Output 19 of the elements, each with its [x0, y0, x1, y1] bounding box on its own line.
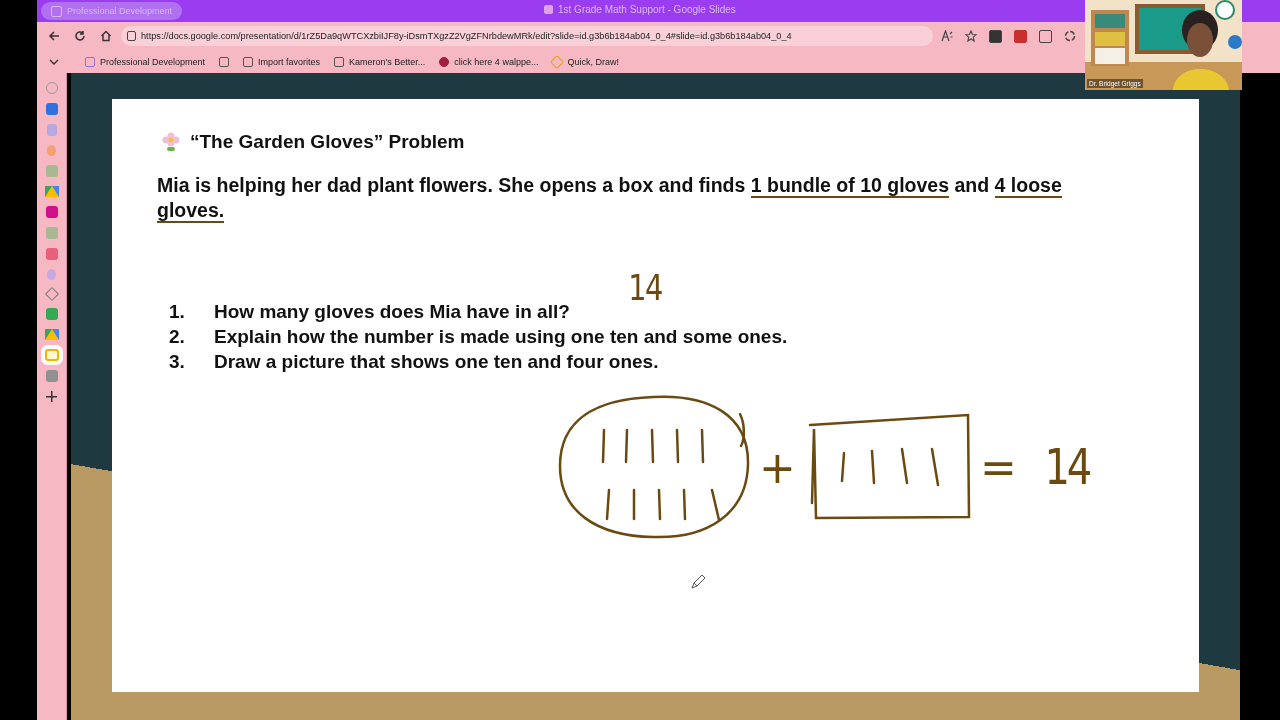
slide-title: “The Garden Gloves” Problem	[190, 131, 465, 153]
bookmark-link[interactable]: Quick, Draw!	[552, 56, 619, 67]
handwritten-answer: 14	[628, 267, 662, 308]
list-number: 2.	[169, 325, 186, 349]
list-number: 3.	[169, 350, 186, 374]
question-text: How many gloves does Mia have in all?	[214, 300, 570, 324]
handwritten-equals: =	[979, 441, 1017, 493]
list-number: 1.	[169, 300, 186, 324]
handwritten-answer: 14	[1044, 438, 1089, 496]
question-text: Explain how the number is made using one ten and some ones.	[214, 325, 788, 349]
bookmark-link[interactable]: Professional Development	[85, 56, 206, 67]
window-title: 1st Grade Math Support - Google Slides	[558, 4, 736, 15]
address-field[interactable]: https://docs.google.com/presentation/d/1rZ5Da9qWTCXzbiIJF8y-iDsmTXgzZ2VgZFNrbdewMRk/edit?slide=id.g3b6b184ab04_0_4#slide=id.g3b6b184ab04_0_4	[121, 26, 933, 46]
story-paragraph: Mia is helping her dad plant flowers. She opens a box and finds 1 bundle of 10 gloves and 4 loose gloves.	[157, 173, 1063, 223]
question-text: Draw a picture that shows one ten and four ones.	[214, 350, 659, 374]
handwritten-plus: +	[759, 441, 796, 493]
bookmark-link[interactable]: click here 4 walppe...	[439, 56, 539, 67]
bookmark-link[interactable]: Kameron's Better...	[334, 56, 426, 67]
bookmark-link[interactable]: Import favorites	[243, 56, 321, 67]
